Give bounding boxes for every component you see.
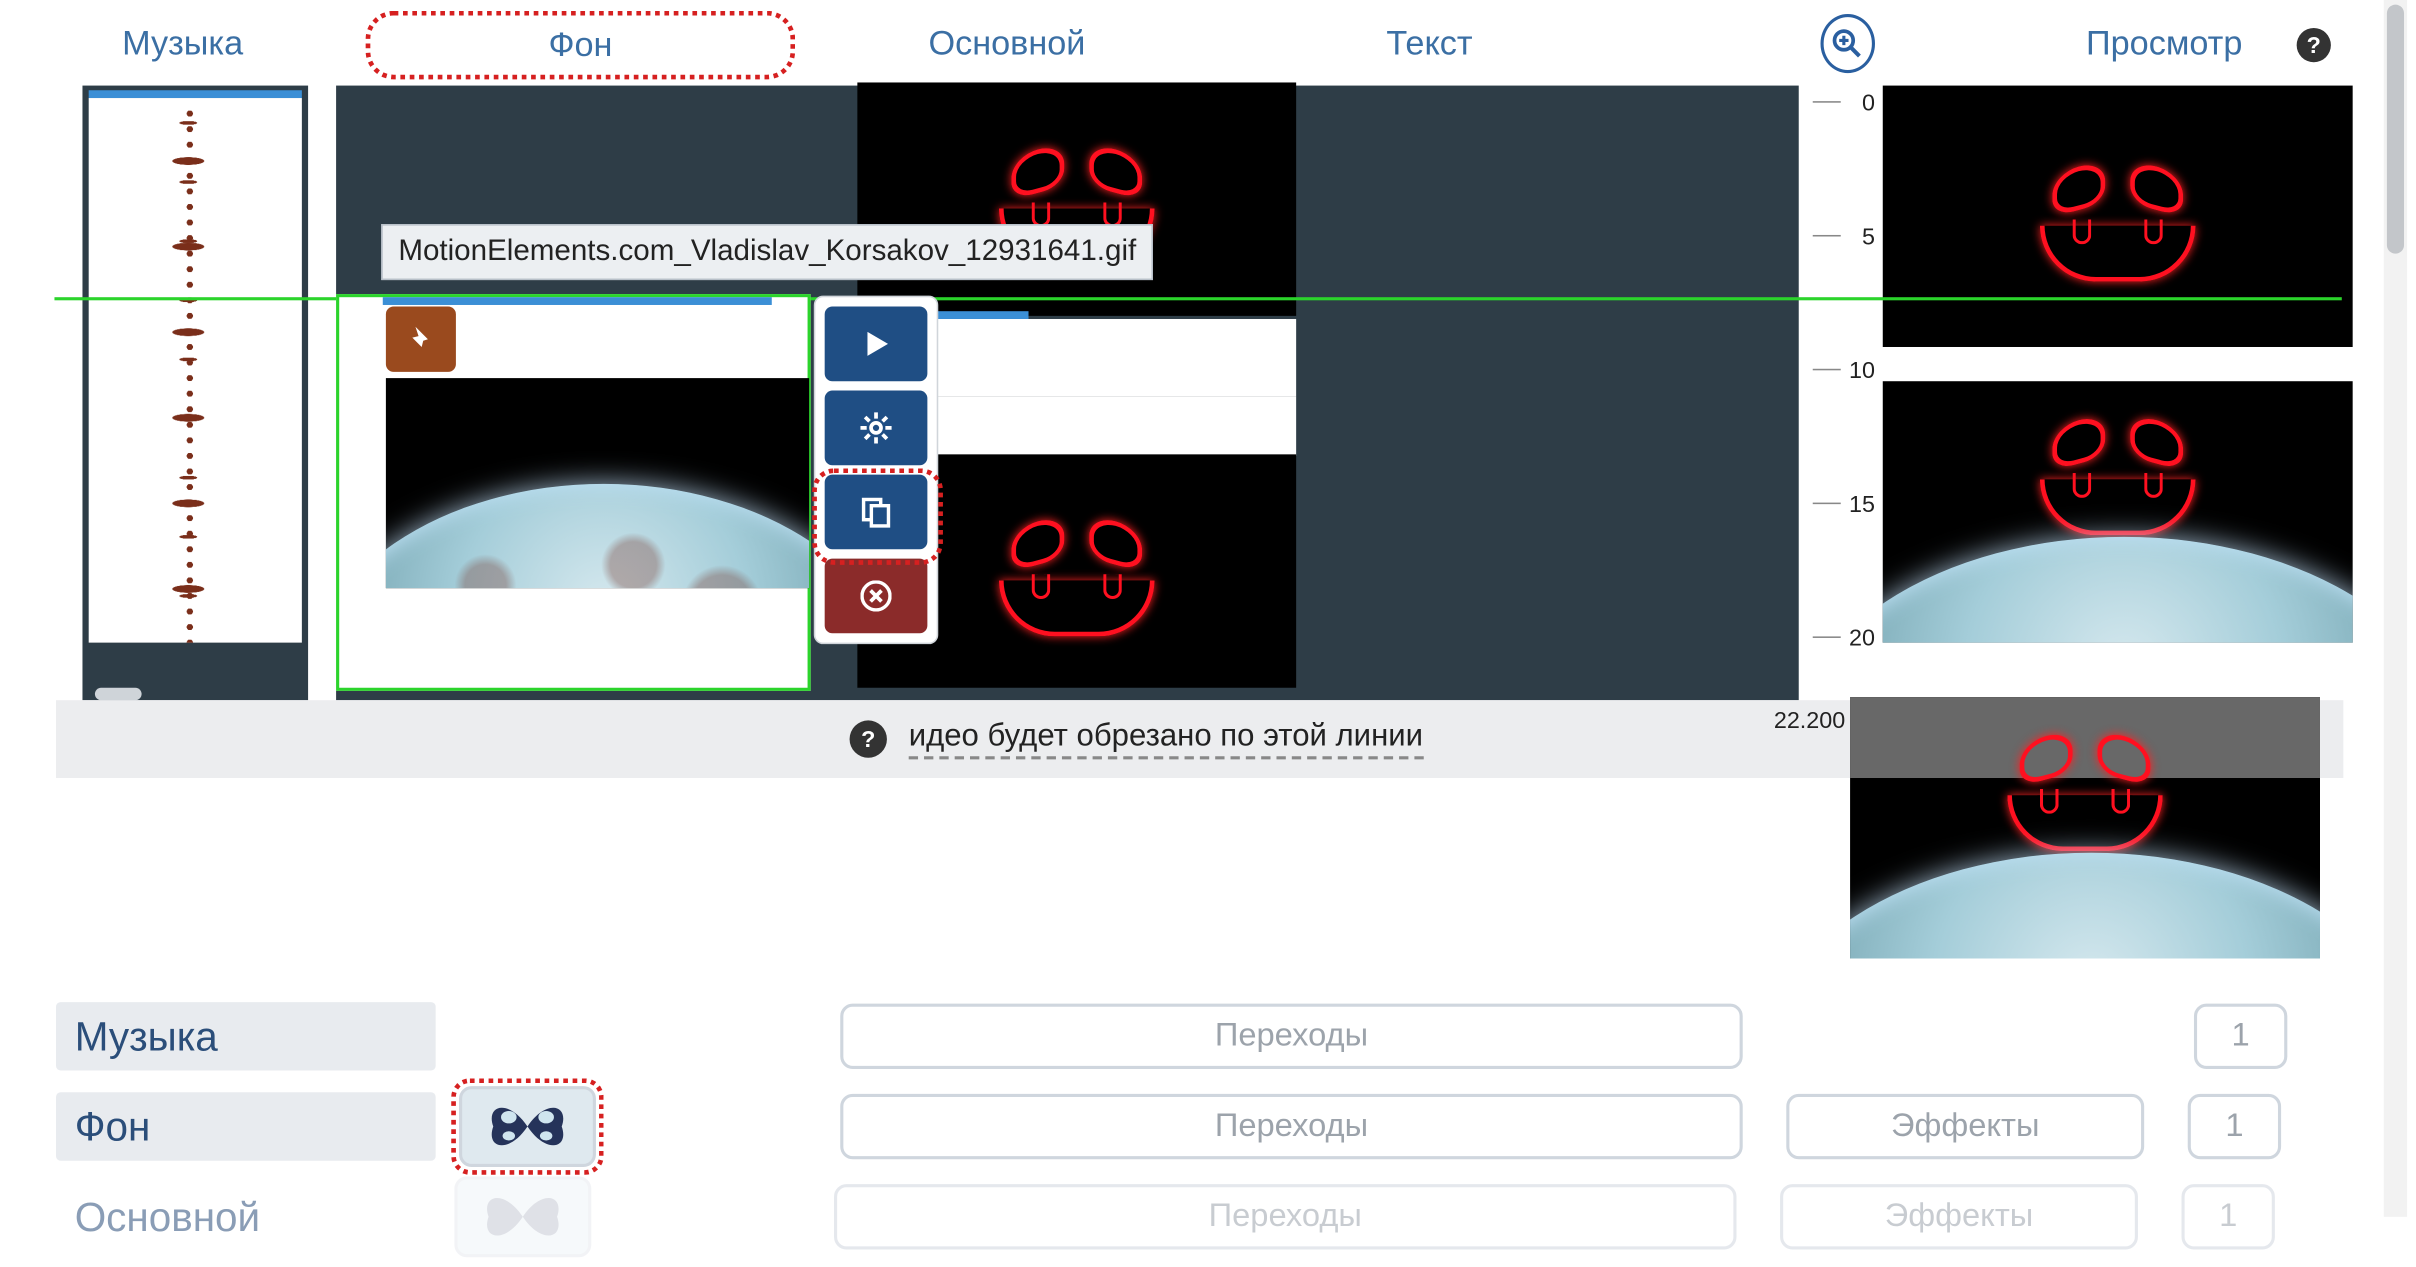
gear-icon bbox=[857, 409, 894, 446]
bg-thumbnail[interactable] bbox=[459, 1086, 596, 1167]
background-track[interactable]: MotionElements.com_Vladislav_Korsakov_12… bbox=[336, 86, 1799, 701]
clip-gap-bottom bbox=[927, 397, 1296, 456]
audio-clip[interactable] bbox=[89, 98, 302, 643]
effects-button[interactable]: Эффекты bbox=[1780, 1184, 2138, 1249]
zoom-button[interactable] bbox=[1820, 13, 1875, 72]
help-icon[interactable]: ? bbox=[850, 720, 887, 757]
count-box[interactable]: 1 bbox=[2188, 1094, 2281, 1159]
tick-5: 5 bbox=[1862, 224, 1875, 250]
tabs-header: Музыка Фон Основной Текст Просмотр ? bbox=[0, 0, 2415, 86]
row-label-main[interactable]: Основной bbox=[56, 1183, 436, 1251]
timeline: MotionElements.com_Vladislav_Korsakov_12… bbox=[0, 86, 2415, 701]
clip-thumbnail-earth bbox=[386, 378, 809, 588]
tick-10: 10 bbox=[1849, 358, 1875, 384]
play-icon bbox=[859, 327, 893, 361]
tick-20: 20 bbox=[1849, 626, 1875, 652]
preview-frame-2[interactable] bbox=[1883, 381, 2353, 642]
count-box[interactable]: 1 bbox=[2194, 1004, 2287, 1069]
butterfly-icon bbox=[481, 1095, 574, 1157]
video-clip-face-top[interactable] bbox=[857, 82, 1296, 315]
pin-icon bbox=[405, 324, 436, 355]
preview-frame-3[interactable] bbox=[1850, 697, 2320, 958]
close-icon bbox=[860, 580, 891, 611]
zoom-in-icon bbox=[1832, 27, 1863, 58]
copy-button[interactable] bbox=[825, 475, 928, 550]
selected-clip[interactable] bbox=[336, 294, 811, 691]
filename-tooltip: MotionElements.com_Vladislav_Korsakov_12… bbox=[381, 224, 1153, 280]
tick-15: 15 bbox=[1849, 492, 1875, 518]
preview-column bbox=[1883, 86, 2353, 701]
music-scrollbar[interactable] bbox=[95, 688, 142, 700]
music-track[interactable] bbox=[82, 86, 308, 701]
tab-preview[interactable]: Просмотр bbox=[1914, 23, 2415, 63]
help-icon[interactable]: ? bbox=[2297, 28, 2331, 62]
preview-frame-1[interactable] bbox=[1883, 86, 2353, 347]
row-label-music[interactable]: Музыка bbox=[56, 1002, 436, 1070]
row-music: Музыка Переходы 1 bbox=[56, 996, 2343, 1077]
preview-overlay bbox=[1850, 697, 2320, 778]
duration-label: 22.200 bbox=[1774, 708, 1845, 734]
row-main: Основной Переходы Эффекты 1 bbox=[56, 1176, 2343, 1257]
pin-button[interactable] bbox=[386, 307, 456, 372]
tick-0: 0 bbox=[1862, 90, 1875, 116]
butterfly-icon bbox=[476, 1186, 569, 1248]
play-button[interactable] bbox=[825, 307, 928, 382]
highlight-thumb-annotation bbox=[451, 1078, 603, 1174]
tab-music[interactable]: Музыка bbox=[0, 23, 365, 63]
layer-rows: Музыка Переходы 1 Фон Переходы Эффекты 1… bbox=[56, 996, 2343, 1267]
tab-text[interactable]: Текст bbox=[1218, 23, 1641, 63]
delete-button[interactable] bbox=[825, 559, 928, 634]
waveform-icon bbox=[175, 106, 203, 643]
transitions-button[interactable]: Переходы bbox=[840, 1094, 1742, 1159]
tab-background[interactable]: Фон bbox=[365, 10, 795, 78]
settings-button[interactable] bbox=[825, 391, 928, 466]
clip-gap-top bbox=[927, 319, 1296, 397]
count-box[interactable]: 1 bbox=[2182, 1184, 2275, 1249]
row-background: Фон Переходы Эффекты 1 bbox=[56, 1086, 2343, 1167]
transitions-button[interactable]: Переходы bbox=[840, 1004, 1742, 1069]
row-label-bg[interactable]: Фон bbox=[56, 1092, 436, 1160]
effects-button[interactable]: Эффекты bbox=[1786, 1094, 2144, 1159]
time-ruler: 0 5 10 15 20 bbox=[1797, 86, 1875, 701]
main-thumbnail[interactable] bbox=[454, 1176, 591, 1257]
transitions-button[interactable]: Переходы bbox=[834, 1184, 1736, 1249]
copy-icon bbox=[857, 493, 894, 530]
clip-context-menu bbox=[814, 296, 938, 645]
tab-main[interactable]: Основной bbox=[796, 23, 1219, 63]
cut-note-text: идео будет обрезано по этой линии bbox=[909, 719, 1423, 759]
